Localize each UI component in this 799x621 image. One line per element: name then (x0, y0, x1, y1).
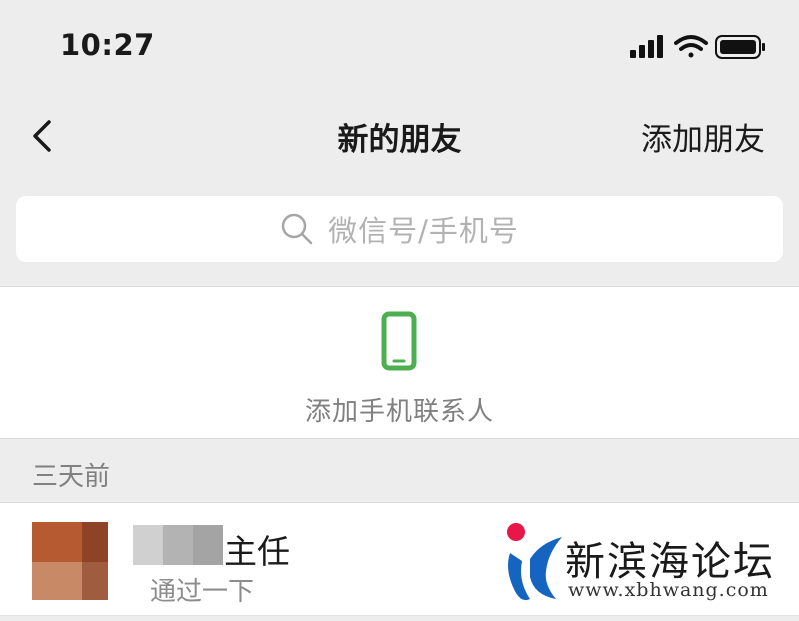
watermark: 新滨海论坛 www.xbhwang.com (500, 519, 795, 614)
search-input[interactable]: 微信号/手机号 (16, 196, 783, 262)
new-friends-screen: 10:27 新的朋友 添加朋友 微信号/手机号 添加手机联系人 三天前 主任 通… (0, 0, 799, 621)
signal-icon (630, 35, 663, 58)
search-placeholder: 微信号/手机号 (328, 214, 519, 248)
request-name: 主任 (224, 532, 290, 571)
avatar (32, 522, 108, 600)
status-time: 10:27 (60, 28, 155, 62)
battery-icon (715, 35, 765, 59)
add-phone-contacts-label: 添加手机联系人 (304, 397, 494, 427)
status-icons (630, 35, 765, 59)
request-message: 通过一下 (150, 577, 255, 607)
name-redaction (133, 525, 223, 565)
search-icon (281, 213, 313, 245)
forum-logo-icon (507, 523, 562, 601)
add-friend-button[interactable]: 添加朋友 (641, 114, 765, 159)
phone-icon (381, 311, 417, 371)
wifi-icon (674, 35, 708, 58)
watermark-url: www.xbhwang.com (568, 579, 769, 601)
status-bar: 10:27 (0, 0, 799, 95)
add-phone-contacts-button[interactable]: 添加手机联系人 (0, 286, 799, 439)
section-header: 三天前 (32, 462, 111, 492)
